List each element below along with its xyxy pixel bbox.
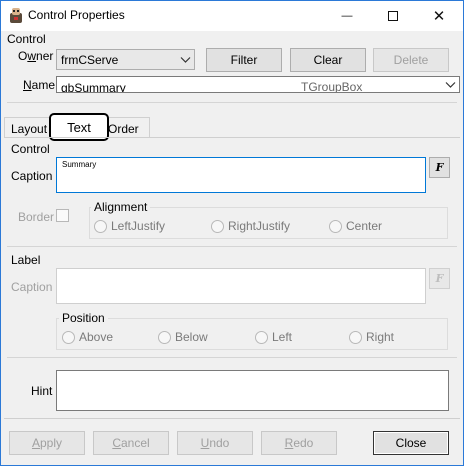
name-label: Name [23, 78, 56, 92]
radio-icon [329, 219, 342, 233]
delete-button[interactable]: Delete [373, 48, 449, 72]
window-title: Control Properties [28, 8, 125, 22]
align-right-radio[interactable]: RightJustify [211, 219, 290, 233]
redo-button[interactable]: Redo [261, 431, 337, 455]
divider [7, 246, 457, 247]
name-type-label: TGroupBox [301, 80, 363, 93]
divider [7, 357, 457, 358]
radio-icon [255, 330, 268, 344]
pos-above-radio[interactable]: Above [62, 330, 113, 344]
caption-input-value: Summary [62, 160, 97, 169]
undo-button[interactable]: Undo [177, 431, 253, 455]
name-select-value: gbSummary [61, 80, 126, 93]
tab-panel-bottom [4, 418, 460, 419]
radio-icon [349, 330, 362, 344]
border-label: Border [18, 210, 55, 224]
align-center-radio[interactable]: Center [329, 219, 382, 233]
label-caption-label: Caption [11, 280, 53, 294]
close-window-button[interactable]: ✕ [416, 1, 462, 30]
maximize-icon [388, 10, 398, 21]
caption-font-button[interactable]: F [429, 157, 450, 178]
radio-icon [211, 219, 224, 233]
clear-button[interactable]: Clear [290, 48, 366, 72]
owner-select[interactable]: frmCServe [56, 49, 195, 70]
divider [7, 102, 457, 103]
apply-button[interactable]: Apply [9, 431, 85, 455]
maximize-button[interactable] [370, 1, 416, 30]
pos-below-radio[interactable]: Below [158, 330, 208, 344]
close-button[interactable]: Close [373, 431, 449, 455]
pos-left-radio[interactable]: Left [255, 330, 292, 344]
pos-right-radio[interactable]: Right [349, 330, 394, 344]
label-group-label: Label [11, 253, 41, 267]
owner-select-value: frmCServe [61, 52, 119, 67]
caption-input[interactable]: Summary [56, 157, 426, 193]
filter-button[interactable]: Filter [206, 48, 282, 72]
cancel-button[interactable]: Cancel [93, 431, 169, 455]
align-left-radio[interactable]: LeftJustify [94, 219, 165, 233]
label-font-button[interactable]: F [429, 268, 450, 289]
caption-label: Caption [11, 169, 53, 183]
position-label: Position [59, 311, 108, 325]
minimize-button[interactable]: — [324, 1, 370, 30]
radio-icon [158, 330, 171, 344]
name-select[interactable]: gbSummary TGroupBox [56, 76, 460, 93]
text-control-label: Control [11, 142, 50, 156]
border-checkbox[interactable] [56, 209, 69, 222]
chevron-down-icon [180, 56, 191, 63]
alignment-label: Alignment [91, 200, 151, 214]
radio-icon [62, 330, 75, 344]
close-icon: ✕ [432, 7, 446, 25]
chevron-down-icon [445, 81, 456, 88]
minimize-icon: — [341, 9, 353, 22]
label-caption-input[interactable] [56, 268, 426, 304]
control-group-label: Control [7, 32, 46, 46]
app-icon [10, 8, 22, 23]
hint-input[interactable] [56, 370, 449, 411]
tab-order[interactable]: Order [108, 122, 139, 136]
owner-label: Owner [18, 49, 54, 63]
radio-icon [94, 219, 107, 233]
tab-layout[interactable]: Layout [11, 122, 47, 136]
tab-panel-top [4, 137, 460, 138]
hint-label: Hint [31, 384, 53, 398]
